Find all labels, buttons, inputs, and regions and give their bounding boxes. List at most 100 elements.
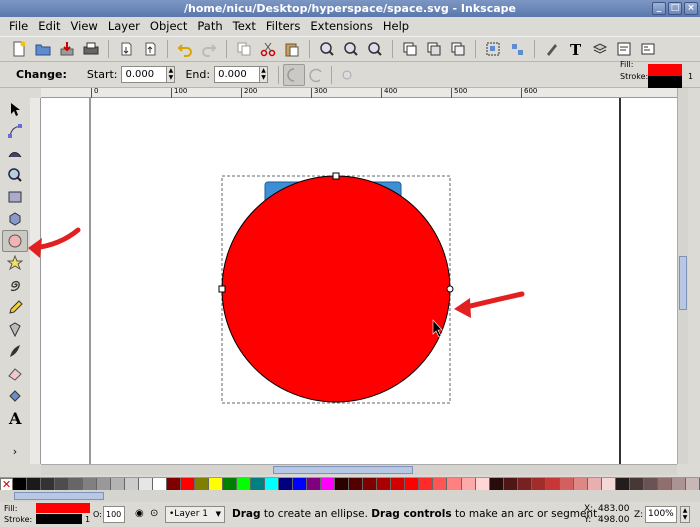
minimize-button[interactable]: _: [652, 2, 666, 15]
fill-stroke-icon[interactable]: [541, 38, 563, 60]
horizontal-scrollbar[interactable]: [41, 464, 677, 475]
unlink-clone-icon[interactable]: [447, 38, 469, 60]
start-angle-stepper[interactable]: ▲ ▼: [166, 66, 176, 83]
status-stroke-swatch[interactable]: [36, 514, 82, 524]
style-stroke-label: Stroke:: [620, 71, 649, 81]
opacity-input[interactable]: 100: [103, 506, 125, 523]
ruler-tick: 400: [381, 88, 397, 98]
make-whole-icon[interactable]: [336, 64, 358, 86]
export-icon[interactable]: [139, 38, 161, 60]
eraser-tool-icon[interactable]: [2, 362, 28, 384]
maximize-button[interactable]: □: [668, 2, 682, 15]
redo-icon[interactable]: [198, 38, 220, 60]
ellipse-ry-handle[interactable]: [332, 172, 340, 180]
ellipse-rx-handle[interactable]: [218, 285, 226, 293]
clone-icon[interactable]: [423, 38, 445, 60]
lock-icon[interactable]: ⊙: [150, 508, 158, 519]
pencil-tool-icon[interactable]: [2, 296, 28, 318]
preferences-icon[interactable]: [637, 38, 659, 60]
zoom-drawing-icon[interactable]: [340, 38, 362, 60]
menu-object[interactable]: Object: [145, 19, 192, 33]
menu-file[interactable]: File: [4, 19, 33, 33]
paint-bucket-tool-icon[interactable]: [2, 384, 28, 406]
print-icon[interactable]: [80, 38, 102, 60]
window-title: /home/nicu/Desktop/hyperspace/space.svg …: [184, 2, 516, 15]
undo-icon[interactable]: [174, 38, 196, 60]
end-label: End:: [185, 68, 211, 81]
tweak-tool-icon[interactable]: [2, 142, 28, 164]
selector-tool-icon[interactable]: [2, 98, 28, 120]
new-document-icon[interactable]: [8, 38, 30, 60]
zoom-selection-icon[interactable]: [316, 38, 338, 60]
ellipse-tool-icon[interactable]: [2, 230, 28, 252]
status-bar: Fill: Stroke: 1 O: 100 ◉ ⊙ •Layer 1 ▼ Dra…: [0, 502, 700, 527]
toolbar-separator: [392, 40, 393, 58]
toolbox-more-icon[interactable]: ›: [2, 440, 28, 462]
menu-edit[interactable]: Edit: [33, 19, 65, 33]
node-tool-icon[interactable]: [2, 120, 28, 142]
menu-help[interactable]: Help: [378, 19, 414, 33]
end-angle-value: 0.000: [218, 69, 247, 80]
menu-path[interactable]: Path: [192, 19, 227, 33]
zoom-input[interactable]: 100%: [645, 506, 677, 523]
ruler-tick: 300: [311, 88, 327, 98]
ruler-tick: 0: [91, 88, 98, 98]
text-tool-icon[interactable]: A: [2, 406, 28, 428]
layers-icon[interactable]: [589, 38, 611, 60]
copy-icon[interactable]: [233, 38, 255, 60]
pen-tool-icon[interactable]: [2, 318, 28, 340]
closed-arc-icon[interactable]: [283, 63, 306, 86]
vertical-scroll-thumb[interactable]: [679, 256, 687, 310]
chevron-down-icon: ▼: [215, 510, 221, 518]
toolbar-separator: [331, 65, 333, 84]
horizontal-ruler: 0 100 200 300 400 500 600: [41, 88, 677, 98]
spiral-tool-icon[interactable]: [2, 274, 28, 296]
y-coordinate-label: Y:: [584, 515, 592, 525]
close-button[interactable]: ×: [684, 2, 698, 15]
xml-editor-icon[interactable]: [613, 38, 635, 60]
style-stroke-width: 1: [688, 71, 694, 81]
rectangle-tool-icon[interactable]: [2, 186, 28, 208]
3d-box-tool-icon[interactable]: [2, 208, 28, 230]
layer-selector[interactable]: •Layer 1 ▼: [165, 506, 225, 523]
horizontal-scroll-thumb[interactable]: [273, 466, 413, 474]
arc-control-handle[interactable]: [446, 285, 454, 293]
palette-scroll-thumb[interactable]: [14, 492, 104, 500]
style-stroke-swatch[interactable]: [648, 76, 682, 88]
menu-text[interactable]: Text: [228, 19, 261, 33]
group-icon[interactable]: [482, 38, 504, 60]
vertical-scrollbar[interactable]: [677, 88, 688, 464]
zoom-stepper[interactable]: ▲ ▼: [680, 506, 690, 523]
text-font-icon[interactable]: T: [565, 38, 587, 60]
visibility-eye-icon[interactable]: ◉: [135, 508, 144, 519]
open-arc-icon[interactable]: [305, 64, 327, 86]
toolbar-separator: [167, 40, 168, 58]
menu-extensions[interactable]: Extensions: [305, 19, 377, 33]
end-angle-input[interactable]: 0.000 ▲ ▼: [214, 66, 269, 83]
red-ellipse[interactable]: [221, 175, 451, 403]
import-icon[interactable]: [115, 38, 137, 60]
menu-layer[interactable]: Layer: [103, 19, 145, 33]
paste-icon[interactable]: [281, 38, 303, 60]
tool-controls-bar: Change: Start: 0.000 ▲ ▼ End: 0.000 ▲ ▼: [0, 62, 700, 88]
status-fill-swatch[interactable]: [36, 503, 90, 513]
menu-view[interactable]: View: [66, 19, 103, 33]
palette-scrollbar[interactable]: [0, 490, 700, 502]
cut-icon[interactable]: [257, 38, 279, 60]
zoom-tool-icon[interactable]: [2, 164, 28, 186]
status-message-text2: to make an arc or segment.: [451, 508, 601, 520]
calligraphy-tool-icon[interactable]: [2, 340, 28, 362]
drawing-canvas[interactable]: [41, 98, 677, 464]
ungroup-icon[interactable]: [506, 38, 528, 60]
menu-filters[interactable]: Filters: [261, 19, 305, 33]
start-angle-input[interactable]: 0.000 ▲ ▼: [121, 66, 176, 83]
zoom-page-icon[interactable]: [364, 38, 386, 60]
style-fill-swatch[interactable]: [648, 64, 682, 76]
end-angle-stepper[interactable]: ▲ ▼: [259, 66, 269, 83]
duplicate-icon[interactable]: [399, 38, 421, 60]
open-icon[interactable]: [32, 38, 54, 60]
save-icon[interactable]: [56, 38, 78, 60]
star-tool-icon[interactable]: [2, 252, 28, 274]
style-indicator[interactable]: Fill: Stroke: 1: [608, 60, 698, 88]
opacity-label: O:: [93, 510, 102, 519]
